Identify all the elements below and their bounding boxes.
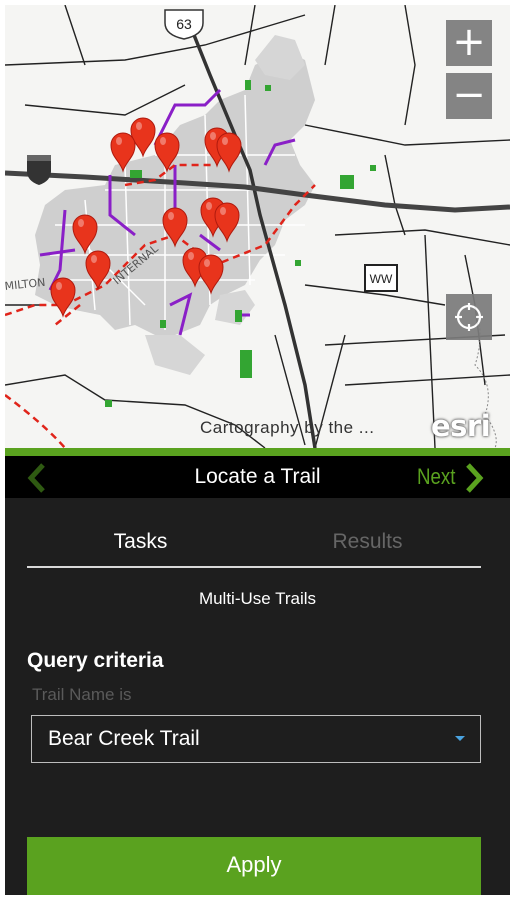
zoom-in-button[interactable]: + <box>446 20 492 66</box>
trail-pin-icon[interactable] <box>50 277 76 318</box>
accent-divider <box>5 448 510 456</box>
highway-shield: 63 <box>164 9 204 40</box>
pin-highlight <box>220 207 226 215</box>
panel-header: Locate a Trail Next <box>5 456 510 498</box>
interstate-shield <box>27 155 51 185</box>
tab-underline <box>27 566 481 568</box>
trail-name-value: Bear Creek Trail <box>48 727 200 750</box>
pin-highlight <box>188 252 194 260</box>
route-ww-marker: WW <box>364 264 398 292</box>
trail-name-select[interactable]: Bear Creek Trail <box>31 715 481 763</box>
zoom-out-button[interactable]: − <box>446 73 492 119</box>
locate-icon <box>455 303 483 331</box>
pin-highlight <box>204 259 210 267</box>
svg-text:63: 63 <box>176 16 192 32</box>
map-attribution[interactable]: Cartography by the ... <box>200 418 374 438</box>
tab-tasks[interactable]: Tasks <box>27 522 254 562</box>
pin-highlight <box>56 282 62 290</box>
pin-highlight <box>91 255 97 263</box>
map-view[interactable]: 63 WW MILTON INTERNAL + − Cartography by… <box>5 5 510 448</box>
trail-name-label: Trail Name is <box>32 685 132 704</box>
apply-button[interactable]: Apply <box>27 837 481 895</box>
caret-down-icon <box>455 736 465 741</box>
pin-highlight <box>222 137 228 145</box>
pin-highlight <box>210 132 216 140</box>
pin-highlight <box>168 212 174 220</box>
pin-highlight <box>78 219 84 227</box>
app-frame: 63 WW MILTON INTERNAL + − Cartography by… <box>5 5 510 895</box>
locate-button[interactable] <box>446 294 492 340</box>
basemap: 63 WW MILTON INTERNAL <box>5 5 510 448</box>
query-criteria-heading: Query criteria <box>27 649 164 672</box>
layer-subtitle: Multi-Use Trails <box>198 589 317 608</box>
tab-bar: Tasks Results <box>27 522 481 568</box>
pin-highlight <box>206 202 212 210</box>
pin-highlight <box>136 122 142 130</box>
chevron-right-icon <box>466 463 484 493</box>
tab-results[interactable]: Results <box>254 522 481 562</box>
pin-highlight <box>116 137 122 145</box>
esri-logo: esri <box>431 409 491 443</box>
svg-text:WW: WW <box>370 272 393 286</box>
next-label: Next <box>417 464 456 489</box>
pin-highlight <box>160 137 166 145</box>
